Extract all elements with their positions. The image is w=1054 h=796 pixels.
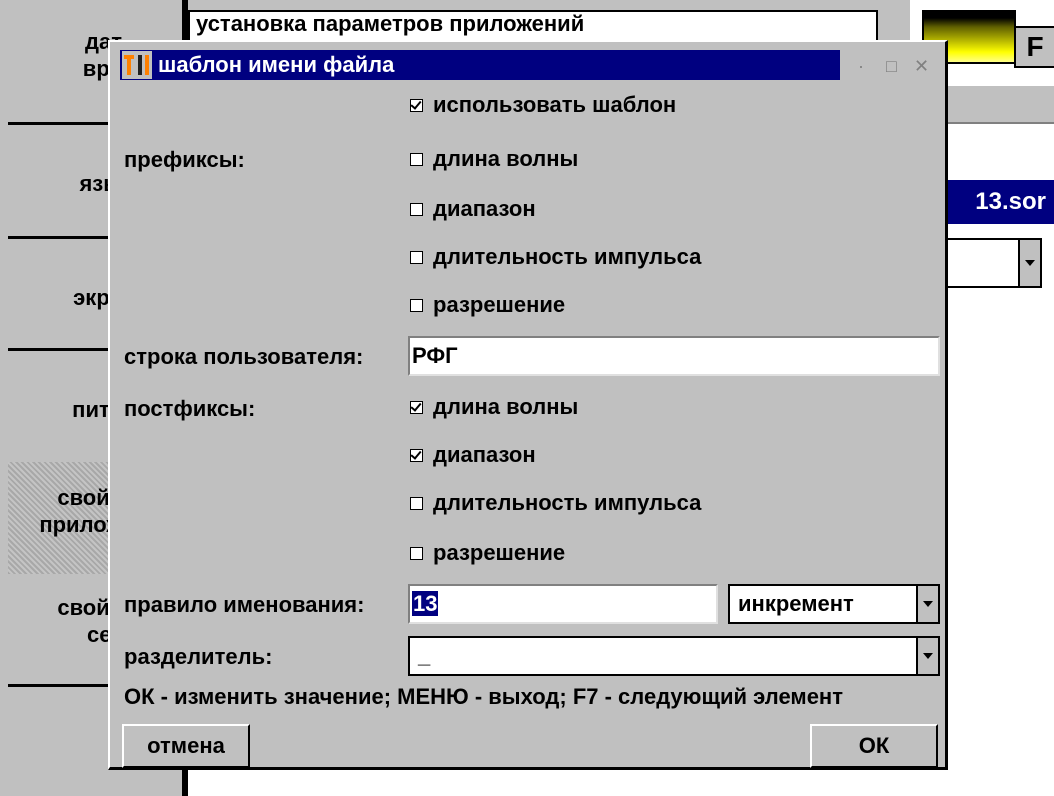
background-column-header (938, 84, 1054, 124)
use-template-checkbox[interactable]: использовать шаблон (410, 90, 676, 120)
checkbox-icon[interactable] (410, 152, 423, 166)
minimize-icon[interactable]: · (858, 56, 864, 77)
cancel-button[interactable]: отмена (122, 724, 250, 768)
close-icon[interactable]: ✕ (914, 56, 929, 77)
checkbox-checked-icon[interactable] (410, 448, 423, 462)
maximize-icon[interactable]: □ (886, 56, 897, 77)
postfix-resolution-checkbox[interactable]: разрешение (410, 538, 565, 568)
prefix-pulse-width-checkbox[interactable]: длительность импульса (410, 242, 701, 272)
checkbox-icon[interactable] (410, 298, 423, 312)
dialog-title: шаблон имени файла (158, 52, 395, 77)
chevron-down-icon[interactable] (916, 586, 938, 622)
naming-mode-select[interactable]: инкремент (728, 584, 940, 624)
background-filename: 13.sor (938, 180, 1054, 224)
separator-select[interactable]: _ (408, 636, 940, 676)
app-logo-icon (122, 51, 152, 79)
postfix-pulse-width-checkbox[interactable]: длительность импульса (410, 488, 701, 518)
prefix-range-checkbox[interactable]: диапазон (410, 194, 536, 224)
chevron-down-icon[interactable] (916, 638, 938, 674)
checkbox-checked-icon[interactable] (410, 400, 423, 414)
naming-rule-input[interactable]: 13 (408, 584, 718, 624)
checkbox-icon[interactable] (410, 496, 423, 510)
prefixes-label: префиксы: (124, 147, 245, 172)
naming-rule-label: правило именования: (124, 592, 365, 617)
keyboard-hint: ОК - изменить значение; МЕНЮ - выход; F7… (124, 684, 843, 709)
chevron-down-icon[interactable] (1018, 240, 1040, 286)
user-string-label: строка пользователя: (124, 344, 364, 369)
prefix-wavelength-checkbox[interactable]: длина волны (410, 144, 578, 174)
user-string-input[interactable]: РФГ (408, 336, 940, 376)
background-dropdown[interactable] (938, 238, 1042, 288)
postfix-range-checkbox[interactable]: диапазон (410, 440, 536, 470)
postfixes-label: постфиксы: (124, 396, 256, 421)
postfix-wavelength-checkbox[interactable]: длина волны (410, 392, 578, 422)
ok-button[interactable]: ОК (810, 724, 938, 768)
separator-label: разделитель: (124, 644, 273, 669)
filename-template-dialog: шаблон имени файла · □ ✕ использовать ша… (108, 40, 948, 770)
prefix-resolution-checkbox[interactable]: разрешение (410, 290, 565, 320)
naming-rule-value: 13 (412, 591, 439, 616)
checkbox-icon[interactable] (410, 546, 423, 560)
dialog-titlebar: шаблон имени файла (120, 50, 840, 80)
checkbox-icon[interactable] (410, 250, 423, 264)
function-key-button[interactable]: F (1014, 26, 1054, 68)
checkbox-checked-icon[interactable] (410, 98, 423, 112)
checkbox-icon[interactable] (410, 202, 423, 216)
